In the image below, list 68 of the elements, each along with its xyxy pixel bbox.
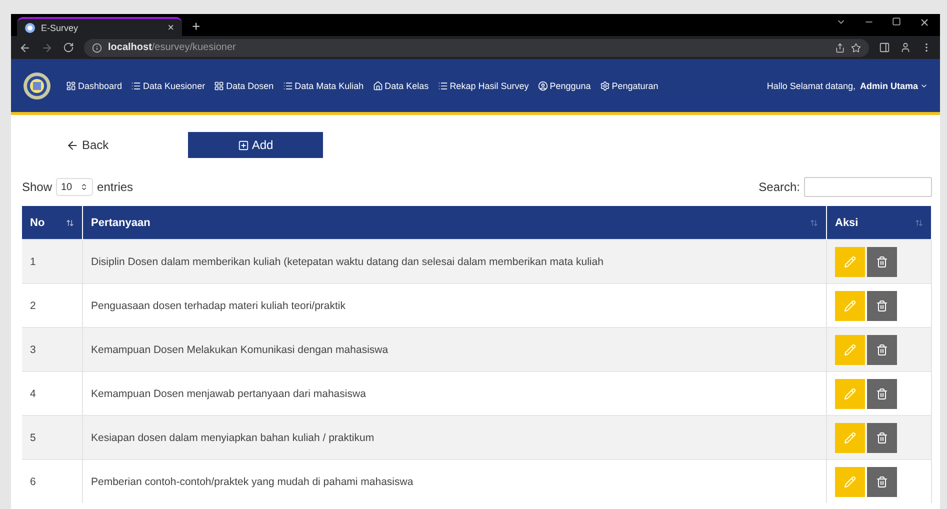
entries-select[interactable]: 10 — [56, 178, 94, 196]
back-arrow-icon[interactable] — [19, 42, 31, 54]
tab-title: E-Survey — [41, 22, 80, 32]
plus-icon — [238, 140, 249, 150]
settings-icon — [600, 80, 610, 90]
nav-link[interactable]: Data Mata Kuliah — [282, 80, 364, 90]
nav-link[interactable]: Pengaturan — [600, 80, 658, 90]
pencil-icon — [844, 300, 856, 312]
column-header[interactable]: No — [22, 206, 82, 240]
user-icon — [538, 80, 548, 90]
url-text: localhost/esurvey/kuesioner — [108, 42, 236, 53]
trash-icon — [876, 476, 888, 488]
trash-icon — [876, 300, 888, 312]
sort-icon — [915, 218, 923, 226]
reload-icon[interactable] — [63, 42, 74, 53]
table-cell: Pemberian contoh-contoh/praktek yang mudah di pahami mahasiswa — [82, 460, 826, 503]
table-cell: 6 — [22, 460, 82, 503]
close-icon[interactable] — [919, 17, 930, 28]
trash-icon — [876, 388, 888, 400]
arrow-left-icon — [66, 138, 79, 152]
list-icon — [131, 80, 142, 90]
show-label: Show — [22, 180, 52, 194]
delete-button[interactable] — [867, 334, 897, 364]
delete-button[interactable] — [867, 246, 897, 276]
close-tab-button[interactable]: × — [168, 22, 174, 34]
browser-tab[interactable]: E-Survey × — [17, 17, 182, 36]
column-header[interactable]: Aksi — [826, 206, 932, 240]
nav-link[interactable]: Data Dosen — [214, 80, 274, 90]
search-label: Search: — [758, 180, 800, 194]
delete-button[interactable] — [867, 290, 897, 320]
add-button[interactable]: Add — [188, 132, 323, 158]
grid-icon — [214, 80, 224, 90]
pencil-icon — [844, 256, 856, 268]
back-button[interactable]: Back — [66, 138, 188, 152]
column-header[interactable]: Pertanyaan — [82, 206, 826, 240]
trash-icon — [876, 432, 888, 444]
star-icon[interactable] — [851, 42, 861, 52]
caret-icon — [80, 183, 88, 191]
forward-arrow-icon[interactable] — [41, 42, 53, 54]
info-icon — [92, 42, 102, 52]
pencil-icon — [844, 476, 856, 488]
share-icon[interactable] — [835, 42, 845, 52]
user-menu[interactable]: Hallo Selamat datang, Admin Utama — [766, 80, 928, 90]
pencil-icon — [844, 388, 856, 400]
sort-icon — [810, 218, 818, 226]
nav-link[interactable]: Rekap Hasil Survey — [438, 80, 529, 90]
trash-icon — [876, 344, 888, 356]
new-tab-button[interactable]: + — [192, 18, 200, 34]
restore-icon[interactable] — [892, 17, 901, 26]
profile-icon[interactable] — [900, 42, 911, 53]
delete-button[interactable] — [867, 422, 897, 452]
nav-link[interactable]: Data Kelas — [372, 80, 429, 90]
pencil-icon — [844, 344, 856, 356]
delete-button[interactable] — [867, 378, 897, 408]
delete-button[interactable] — [867, 466, 897, 496]
trash-icon — [876, 256, 888, 268]
nav-link[interactable]: Data Kuesioner — [131, 80, 206, 90]
entries-label: entries — [97, 180, 134, 194]
pencil-icon — [844, 432, 856, 444]
side-panel-icon[interactable] — [879, 42, 890, 53]
logo-icon — [23, 72, 51, 100]
address-bar[interactable]: localhost/esurvey/kuesioner — [84, 38, 869, 56]
sort-icon — [66, 218, 74, 226]
search-field[interactable] — [804, 177, 932, 197]
dashboard-icon — [66, 80, 76, 90]
nav-link[interactable]: Pengguna — [538, 80, 591, 90]
home-icon — [372, 80, 383, 90]
nav-link[interactable]: Dashboard — [66, 80, 122, 90]
